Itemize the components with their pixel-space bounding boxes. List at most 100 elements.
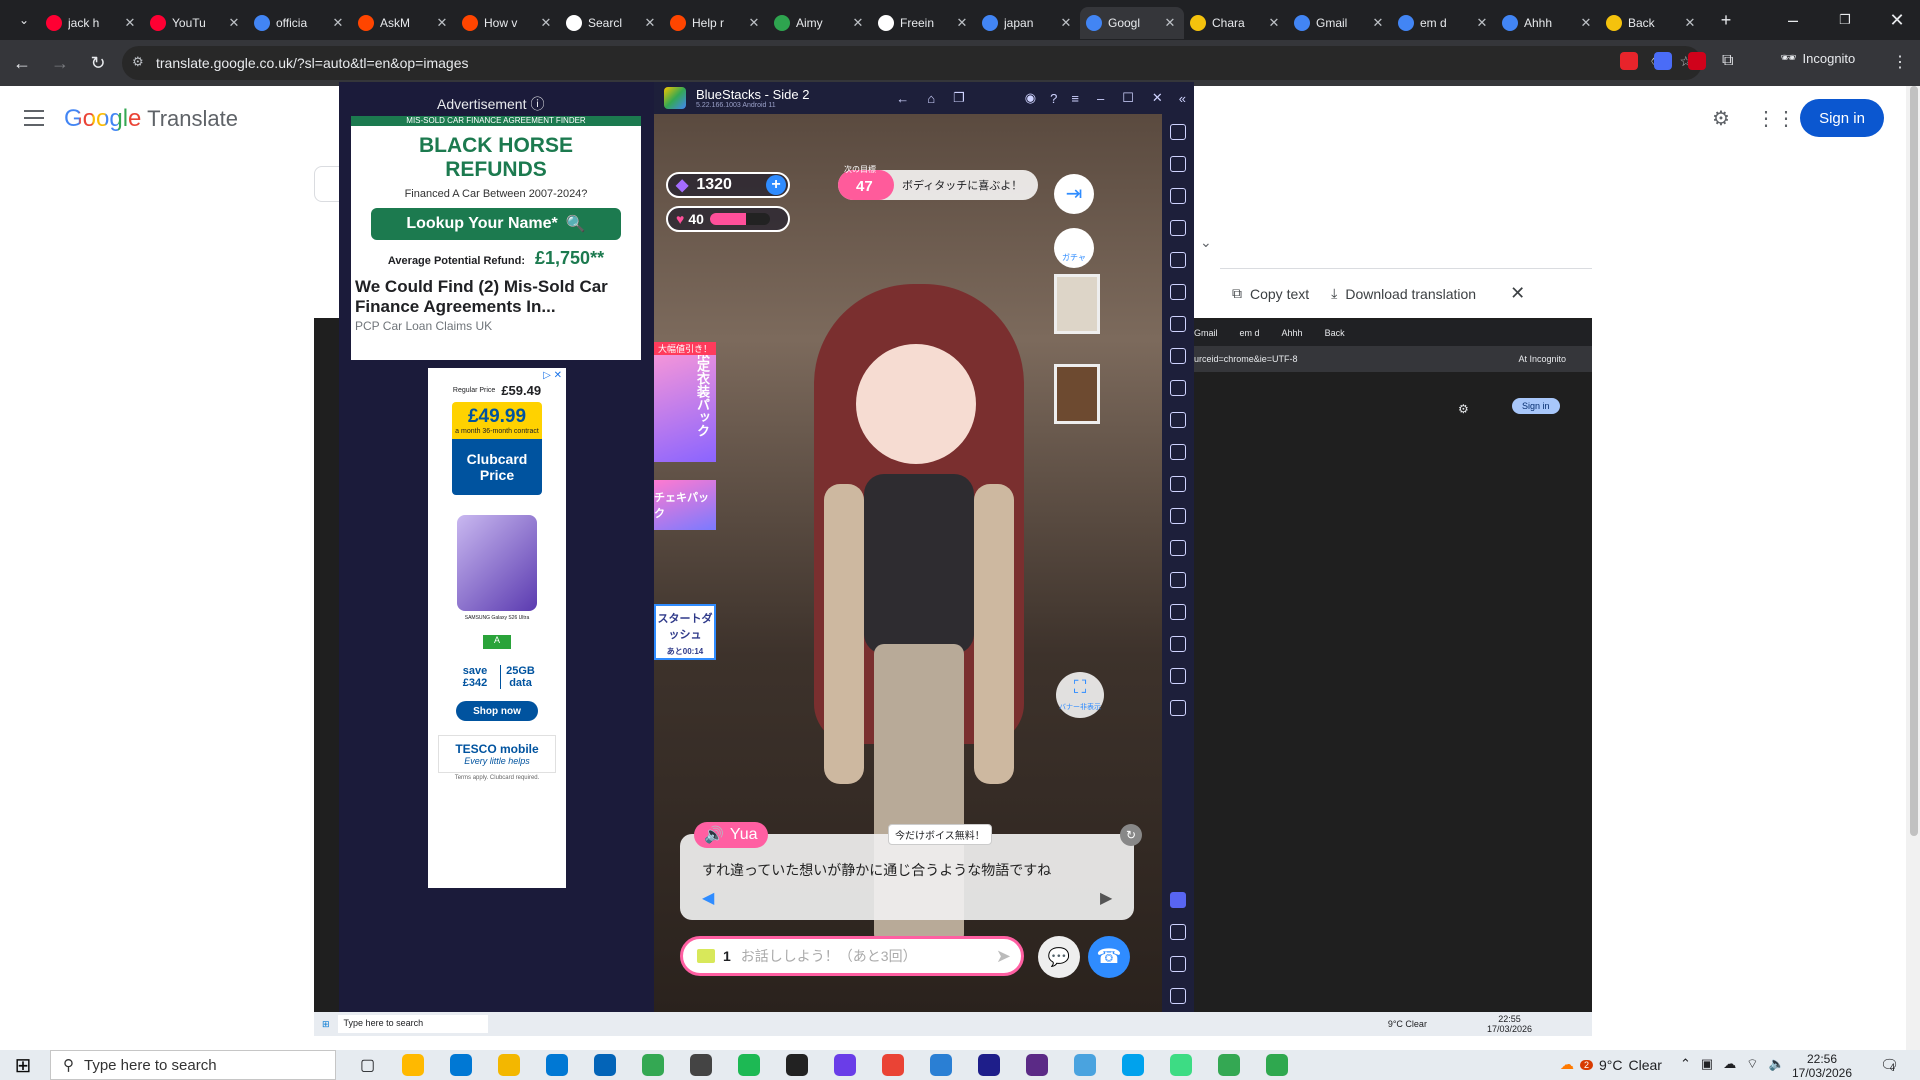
tab-close-icon[interactable]: ✕ bbox=[642, 15, 658, 31]
browser-tab[interactable]: officia ✕ bbox=[248, 7, 352, 39]
browser-tab[interactable]: Aimy ✕ bbox=[768, 7, 872, 39]
settings-gear-icon[interactable]: ⚙ bbox=[1712, 106, 1730, 131]
incognito-indicator[interactable]: 🕶 Incognito bbox=[1780, 50, 1855, 66]
rotate-icon[interactable] bbox=[1170, 284, 1186, 300]
copy-text-button[interactable]: ⧉ Copy text bbox=[1232, 285, 1309, 302]
browser-tab[interactable]: Chara ✕ bbox=[1184, 7, 1288, 39]
chevron-down-icon[interactable]: ⌄ bbox=[1200, 234, 1212, 251]
bs-back-side-icon[interactable] bbox=[1170, 956, 1186, 972]
bs-back-icon[interactable]: ← bbox=[896, 91, 909, 106]
tab-close-icon[interactable]: ✕ bbox=[226, 15, 242, 31]
restore-window-button[interactable]: ❐ bbox=[1822, 4, 1868, 36]
chat-input[interactable]: 1 お話ししよう！（あと3回） ➤ bbox=[680, 936, 1024, 976]
start-button[interactable]: ⊞ bbox=[0, 1053, 46, 1078]
tab-close-icon[interactable]: ✕ bbox=[434, 15, 450, 31]
macro-icon[interactable] bbox=[1170, 316, 1186, 332]
tab-search-button[interactable]: ⌄ bbox=[8, 4, 40, 36]
bs-menu-icon[interactable]: ≡ bbox=[1071, 91, 1079, 106]
tab-close-icon[interactable]: ✕ bbox=[1058, 15, 1074, 31]
fullscreen-icon[interactable] bbox=[1170, 124, 1186, 140]
browser-tab[interactable]: Gmail ✕ bbox=[1288, 7, 1392, 39]
record-icon[interactable] bbox=[1170, 252, 1186, 268]
gem-counter[interactable]: ◆ 1320 + bbox=[666, 172, 790, 198]
ad-lookup-button[interactable]: Lookup Your Name* 🔍 bbox=[371, 208, 621, 240]
car-finance-ad[interactable]: MIS-SOLD CAR FINANCE AGREEMENT FINDER BL… bbox=[351, 116, 641, 360]
pinned-app-icon[interactable] bbox=[882, 1054, 905, 1076]
info-icon[interactable]: ⓘ bbox=[530, 94, 544, 114]
sync-icon[interactable] bbox=[1170, 540, 1186, 556]
hide-banner-button[interactable]: ⛶ バナー非表示 bbox=[1056, 672, 1104, 718]
browser-tab[interactable]: How v ✕ bbox=[456, 7, 560, 39]
tab-close-icon[interactable]: ✕ bbox=[850, 15, 866, 31]
screenshot-icon[interactable] bbox=[1170, 380, 1186, 396]
taskbar-search[interactable]: ⚲ Type here to search bbox=[50, 1050, 336, 1080]
chevron-up-icon[interactable]: ⌃ bbox=[1680, 1056, 1691, 1072]
tab-close-icon[interactable]: ✕ bbox=[122, 15, 138, 31]
close-window-button[interactable]: ✕ bbox=[1874, 4, 1920, 36]
browser-tab[interactable]: Searcl ✕ bbox=[560, 7, 664, 39]
pinned-app-icon[interactable] bbox=[786, 1054, 809, 1076]
keyboard-icon[interactable] bbox=[1170, 220, 1186, 236]
exit-room-button[interactable]: ⇥ bbox=[1054, 174, 1094, 214]
ad-title[interactable]: We Could Find (2) Mis-Sold Car Finance A… bbox=[355, 277, 637, 317]
volume-icon[interactable] bbox=[1170, 156, 1186, 172]
task-view-icon[interactable]: ▢ bbox=[360, 1055, 375, 1075]
add-gems-icon[interactable]: + bbox=[766, 175, 786, 195]
tab-close-icon[interactable]: ✕ bbox=[746, 15, 762, 31]
discord-icon[interactable] bbox=[1170, 892, 1186, 908]
pinned-app-icon[interactable] bbox=[1122, 1054, 1145, 1076]
game-screen[interactable]: ◆ 1320 + ♥ 40 次の目標 47 ボディタッチに喜ぶよ！ ⇥ ガチャ … bbox=[654, 114, 1162, 1016]
red-extension-icon[interactable] bbox=[1688, 52, 1706, 70]
adblock-icon[interactable] bbox=[1620, 52, 1638, 70]
chat-log-button[interactable]: 💬 bbox=[1038, 936, 1080, 978]
location-icon[interactable] bbox=[1170, 604, 1186, 620]
tab-close-icon[interactable]: ✕ bbox=[538, 15, 554, 31]
speed-icon[interactable] bbox=[1170, 668, 1186, 684]
bs-help-icon[interactable]: ? bbox=[1050, 91, 1057, 106]
pinned-app-icon[interactable] bbox=[1266, 1054, 1289, 1076]
back-button[interactable]: ← bbox=[6, 47, 38, 79]
shop-now-button[interactable]: Shop now bbox=[456, 701, 538, 721]
address-bar[interactable]: ⚙ translate.google.co.uk/?sl=auto&tl=en&… bbox=[122, 46, 1702, 80]
event-cheki-pack[interactable]: チェキパック bbox=[654, 480, 716, 530]
bs-minimize-icon[interactable]: – bbox=[1097, 91, 1104, 106]
pinned-app-icon[interactable] bbox=[1026, 1054, 1049, 1076]
onedrive-icon[interactable]: ☁ bbox=[1723, 1056, 1736, 1072]
pinned-app-icon[interactable] bbox=[834, 1054, 857, 1076]
tab-close-icon[interactable]: ✕ bbox=[1266, 15, 1282, 31]
pinned-app-icon[interactable] bbox=[642, 1054, 665, 1076]
tab-close-icon[interactable]: ✕ bbox=[1370, 15, 1386, 31]
tab-close-icon[interactable]: ✕ bbox=[1682, 15, 1698, 31]
screen-record-icon[interactable] bbox=[1170, 412, 1186, 428]
eco-icon[interactable] bbox=[1170, 572, 1186, 588]
pinned-app-icon[interactable] bbox=[594, 1054, 617, 1076]
wifi-icon[interactable]: ⌔ bbox=[1746, 1056, 1758, 1072]
google-translate-logo[interactable]: Google Translate bbox=[64, 105, 238, 133]
tab-close-icon[interactable]: ✕ bbox=[1474, 15, 1490, 31]
pinned-app-icon[interactable] bbox=[1170, 1054, 1193, 1076]
browser-tab[interactable]: em d ✕ bbox=[1392, 7, 1496, 39]
browser-tab[interactable]: YouTu ✕ bbox=[144, 7, 248, 39]
pinned-app-icon[interactable] bbox=[402, 1054, 425, 1076]
bs-home-side-icon[interactable] bbox=[1170, 988, 1186, 1004]
close-icon[interactable]: ✕ bbox=[1510, 283, 1525, 304]
browser-tab[interactable]: Googl ✕ bbox=[1080, 7, 1184, 39]
bs-account-icon[interactable]: ◉ bbox=[1025, 90, 1036, 106]
next-goal-banner[interactable]: 次の目標 47 ボディタッチに喜ぶよ！ bbox=[838, 165, 1038, 200]
browser-tab[interactable]: Help r ✕ bbox=[664, 7, 768, 39]
gallery-icon[interactable] bbox=[1170, 476, 1186, 492]
tesco-mobile-ad[interactable]: ▷ ✕ Regular Price £59.49 £49.99 a month 3… bbox=[428, 368, 566, 888]
sidebar-toggle-icon[interactable] bbox=[1170, 700, 1186, 716]
bs-home-icon[interactable]: ⌂ bbox=[927, 91, 935, 106]
pinned-app-icon[interactable] bbox=[1074, 1054, 1097, 1076]
pinned-app-icon[interactable] bbox=[930, 1054, 953, 1076]
chrome-menu-icon[interactable]: ⋮ bbox=[1892, 52, 1908, 72]
forward-button[interactable]: → bbox=[44, 47, 76, 79]
clock[interactable]: 22:56 17/03/2026 bbox=[1782, 1052, 1862, 1080]
media-icon[interactable] bbox=[1170, 188, 1186, 204]
call-button[interactable]: ☎ bbox=[1088, 936, 1130, 978]
prev-line-icon[interactable]: ◀ bbox=[702, 888, 714, 908]
bs-collapse-sidebar-icon[interactable]: « bbox=[1179, 91, 1186, 106]
gacha-button[interactable]: ガチャ bbox=[1054, 228, 1094, 268]
sign-in-button[interactable]: Sign in bbox=[1800, 99, 1884, 137]
